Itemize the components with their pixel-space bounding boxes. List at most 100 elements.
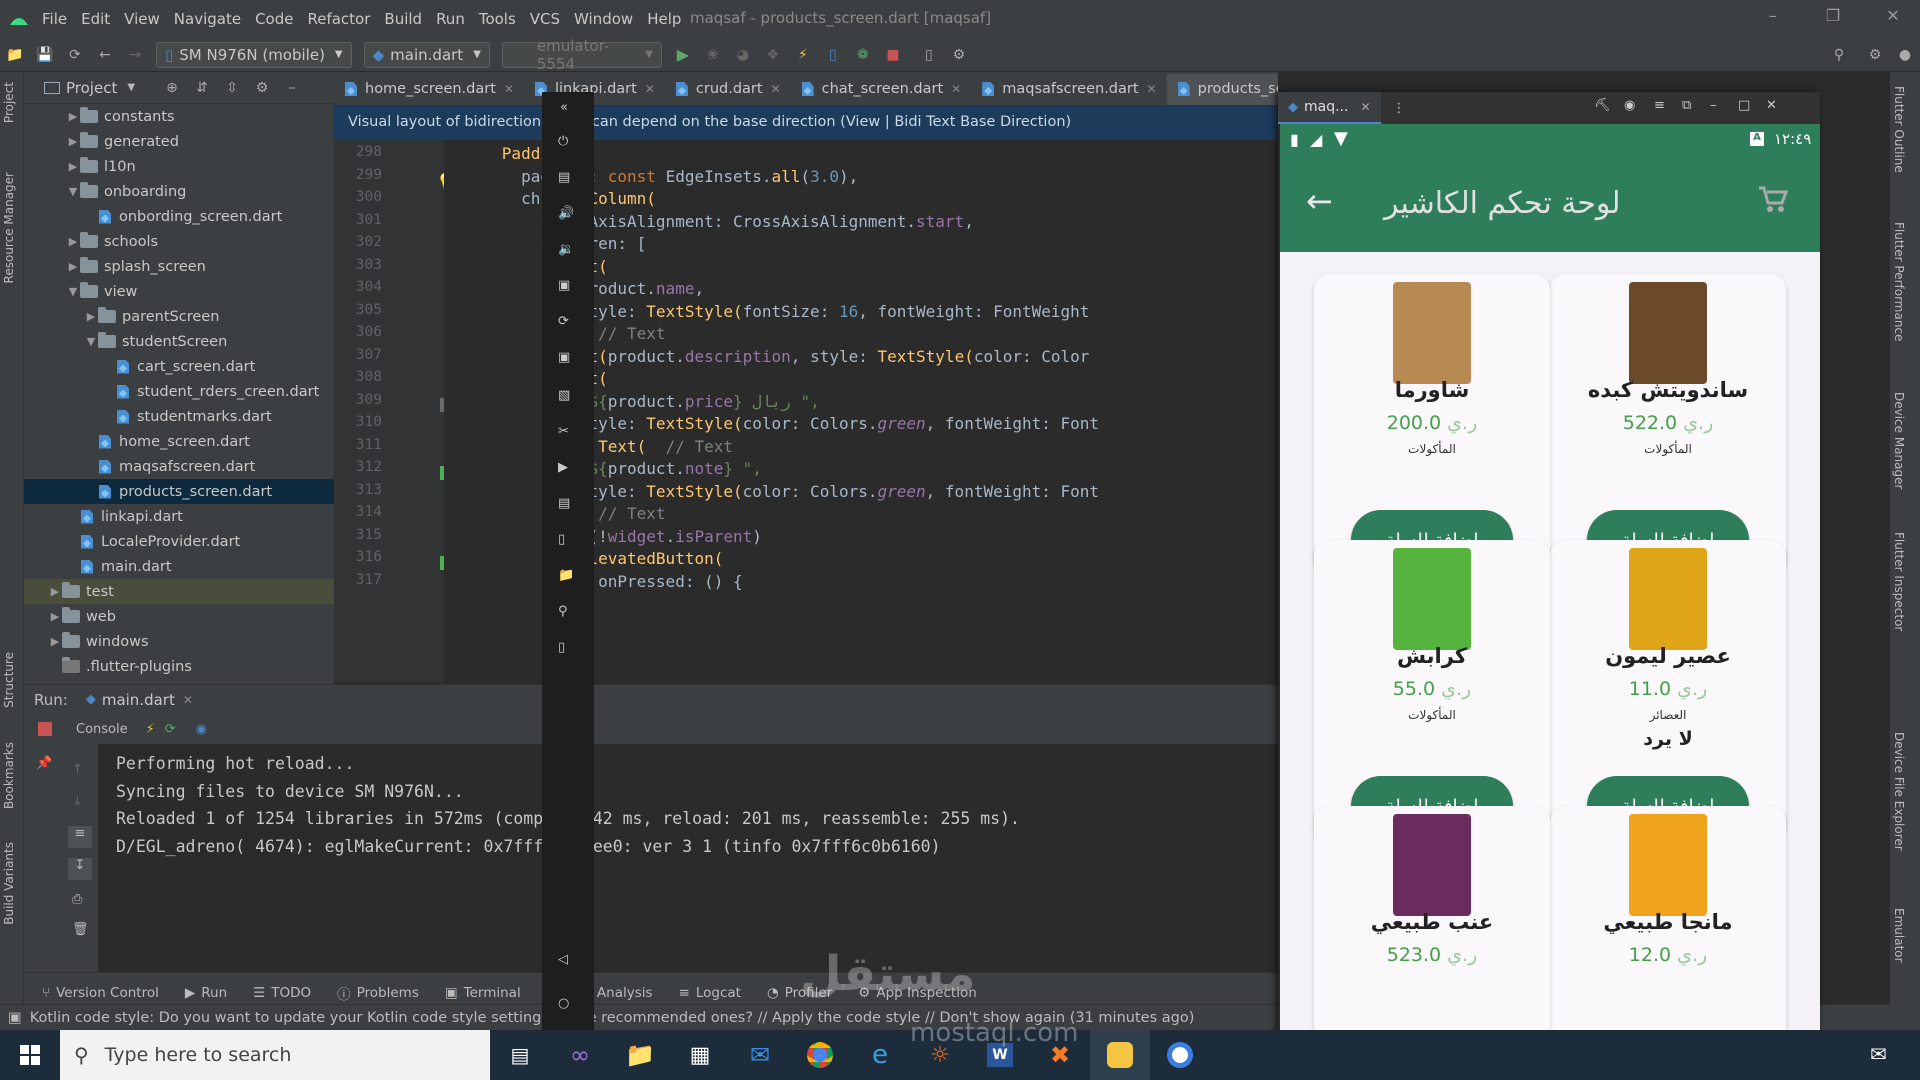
side-tab-flutter-inspector[interactable]: Flutter Inspector — [1892, 532, 1906, 631]
cart-icon[interactable] — [1758, 186, 1788, 214]
device-manager-icon[interactable]: ▯ — [918, 44, 940, 66]
back-arrow-icon[interactable]: ← — [1306, 182, 1333, 220]
emulator-selector[interactable]: emulator-5554 ▼ — [501, 37, 662, 73]
tree-item[interactable]: studentmarks.dart — [24, 404, 334, 429]
tree-item[interactable]: ▶ test — [24, 579, 334, 604]
menu-item-tools[interactable]: Tools — [479, 10, 516, 28]
console-output[interactable]: Performing hot reload... Syncing files to… — [98, 744, 1278, 972]
chevron-right-icon[interactable]: ▶ — [66, 160, 80, 173]
tree-item[interactable]: main.dart — [24, 554, 334, 579]
locate-icon[interactable]: ⊕ — [161, 77, 183, 99]
list-icon[interactable]: ≡ — [1654, 98, 1665, 113]
tree-item[interactable]: LocaleProvider.dart — [24, 529, 334, 554]
cut-icon[interactable]: ✂ — [558, 424, 569, 439]
tool-tab-run[interactable]: ▶ Run — [185, 985, 227, 1001]
run-config-tab[interactable]: main.dart — [102, 691, 175, 709]
tree-item[interactable]: ▼ studentScreen — [24, 329, 334, 354]
forward-arrow-icon[interactable]: → — [124, 44, 146, 66]
chrome-icon[interactable] — [790, 1030, 850, 1080]
chevron-right-icon[interactable]: ▶ — [66, 110, 80, 123]
list-icon[interactable]: ▤ — [558, 496, 570, 511]
editor-tab[interactable]: chat_screen.dart ✕ — [791, 72, 972, 105]
tool-tab-terminal[interactable]: ▣ Terminal — [445, 985, 521, 1001]
chevron-down-icon[interactable]: ▼ — [84, 335, 98, 348]
tree-item[interactable]: home_screen.dart — [24, 429, 334, 454]
tree-item[interactable]: maqsafscreen.dart — [24, 454, 334, 479]
close-icon[interactable]: ✕ — [645, 82, 655, 96]
hot-reload-icon[interactable]: ⚡ — [792, 44, 814, 66]
close-icon[interactable]: ✕ — [1147, 82, 1157, 96]
menu-item-view[interactable]: View — [124, 10, 160, 28]
chevron-right-icon[interactable]: ▶ — [66, 235, 80, 248]
more-options-icon[interactable]: ⋮ — [1393, 101, 1406, 116]
close-icon[interactable]: ✕ — [1360, 100, 1370, 114]
tree-item[interactable]: ▶ windows — [24, 629, 334, 654]
close-icon[interactable]: ✕ — [951, 82, 961, 96]
rotate-icon[interactable]: ▣ — [558, 278, 570, 293]
float-icon[interactable]: ⧉ — [1682, 98, 1691, 113]
back-arrow-icon[interactable]: ← — [94, 44, 116, 66]
debug-icon[interactable]: ❀ — [702, 44, 724, 66]
menu-item-edit[interactable]: Edit — [81, 10, 110, 28]
android-home-icon[interactable]: ○ — [558, 996, 569, 1011]
settings-gear-icon[interactable]: ⚙ — [251, 77, 273, 99]
side-tab-build-variants[interactable]: Build Variants — [2, 842, 16, 925]
tool-tab-problems[interactable]: ⓘ Problems — [337, 983, 419, 1003]
editor-tab[interactable]: home_screen.dart ✕ — [334, 72, 524, 105]
menu-item-window[interactable]: Window — [574, 10, 633, 28]
record-icon[interactable]: ▶ — [558, 460, 568, 475]
menu-item-help[interactable]: Help — [647, 10, 681, 28]
notification-icon[interactable]: ✉ — [1870, 1042, 1887, 1066]
tree-item[interactable]: ▶ schools — [24, 229, 334, 254]
collapse-icon[interactable]: « — [560, 100, 568, 115]
edge-icon[interactable]: e — [850, 1030, 910, 1080]
rotate-right-icon[interactable]: ⟳ — [558, 314, 569, 329]
save-icon[interactable]: 💾 — [34, 44, 56, 66]
taskbar-search[interactable]: ⚲ Type here to search — [60, 1030, 490, 1080]
print-icon[interactable]: ⎙ — [72, 892, 82, 907]
close-icon[interactable]: ✕ — [183, 693, 193, 707]
menu-icon[interactable]: ▤ — [558, 170, 570, 185]
project-view-label[interactable]: Project — [66, 79, 117, 97]
mail-icon[interactable]: ✉ — [730, 1030, 790, 1080]
side-tab-device-file-explorer[interactable]: Device File Explorer — [1892, 732, 1906, 851]
file-explorer-icon[interactable]: 📁 — [610, 1030, 670, 1080]
close-icon[interactable]: ✕ — [504, 82, 514, 96]
menu-item-run[interactable]: Run — [436, 10, 465, 28]
tool-tab-logcat[interactable]: ≡ Logcat — [679, 985, 741, 1001]
editor-tab[interactable]: crud.dart ✕ — [665, 72, 791, 105]
settings-gear-icon[interactable]: ⚙ — [1864, 44, 1886, 66]
android-back-icon[interactable]: ◁ — [558, 952, 568, 967]
store-icon[interactable]: ▦ — [670, 1030, 730, 1080]
tree-item[interactable]: ▼ view — [24, 279, 334, 304]
apk-icon[interactable]: ▧ — [558, 388, 570, 403]
side-tab-emulator[interactable]: Emulator — [1892, 908, 1906, 963]
tree-item[interactable]: ▶ splash_screen — [24, 254, 334, 279]
device-icon[interactable]: ▯ — [822, 44, 844, 66]
chevron-right-icon[interactable]: ▶ — [84, 310, 98, 323]
tool-tab-version-control[interactable]: ⑂ Version Control — [42, 985, 159, 1001]
emulator-tab[interactable]: ◆ maq... ✕ — [1278, 92, 1381, 124]
expand-all-icon[interactable]: ⇵ — [191, 77, 213, 99]
chevron-right-icon[interactable]: ▶ — [66, 135, 80, 148]
close-icon[interactable]: ✕ — [771, 82, 781, 96]
close-button[interactable]: ✕ — [1878, 6, 1908, 30]
chevron-right-icon[interactable]: ▶ — [48, 610, 62, 623]
tree-item[interactable]: onbording_screen.dart — [24, 204, 334, 229]
volume-up-icon[interactable]: 🔊 — [558, 206, 574, 221]
chevron-right-icon[interactable]: ▶ — [48, 635, 62, 648]
chevron-down-icon[interactable]: ▼ — [127, 82, 135, 93]
side-tab-structure[interactable]: Structure — [2, 652, 16, 708]
bug-icon[interactable]: ❁ — [852, 44, 874, 66]
tree-item[interactable]: linkapi.dart — [24, 504, 334, 529]
tree-item[interactable]: ▶ web — [24, 604, 334, 629]
user-icon[interactable]: ● — [1894, 44, 1916, 66]
screenshot-icon[interactable]: ▣ — [558, 350, 570, 365]
search-icon[interactable]: ⚲ — [1828, 44, 1850, 66]
windows-start-icon[interactable] — [0, 1030, 60, 1080]
menu-item-navigate[interactable]: Navigate — [174, 10, 241, 28]
devtools-icon[interactable]: ◉ — [196, 722, 207, 737]
side-tab-resource-manager[interactable]: Resource Manager — [2, 172, 16, 283]
tree-item[interactable]: .flutter-plugins — [24, 654, 334, 679]
side-tab-flutter-performance[interactable]: Flutter Performance — [1892, 222, 1906, 341]
